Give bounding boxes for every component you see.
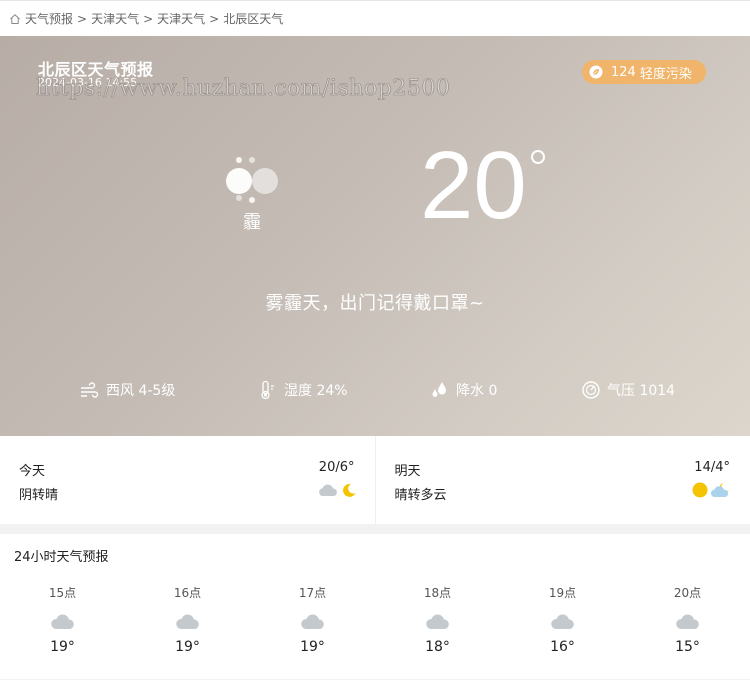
hour-label: 19点 [548,586,577,600]
hourly-forecast: 24小时天气预报 15点 19° 16点 19° 17点 19° 18点 18° [0,534,750,679]
aqi-badge[interactable]: 124 轻度污染 [582,60,706,84]
hour-label: 15点 [48,586,77,600]
hour-label: 20点 [673,586,702,600]
weather-tip: 雾霾天，出门记得戴口罩~ [265,293,485,314]
watermark-text: https://www.huzhan.com/ishop2500 [36,76,451,102]
temperature-range: 14/4° [694,460,730,475]
cloud-icon [425,614,449,629]
day-tomorrow[interactable]: 明天 14/4° 晴转多云 [374,436,750,524]
weather-stats: 西风 4-5级 湿度 24% 降水 0 气压 1014 [0,380,750,404]
section-divider [0,524,750,534]
day-today[interactable]: 今天 20/6° 阴转晴 [0,436,375,524]
leaf-icon [589,65,603,79]
hourly-title: 24小时天气预报 [14,550,109,565]
hour-label: 18点 [423,586,452,600]
pressure-gauge-icon [582,381,600,399]
breadcrumb-separator: > [209,11,220,26]
day-name: 明天 [394,464,421,479]
condition-label: 霾 [243,212,261,233]
cloud-icon [318,484,337,496]
wind-icon [81,382,99,398]
pressure-text: 气压 1014 [607,383,676,399]
cloud-icon [50,614,74,629]
day-name: 今天 [19,464,46,479]
hour-temperature: 18° [425,639,450,655]
wind-stat: 西风 4-5级 [80,380,175,400]
day-condition: 阴转晴 [19,488,59,503]
humidity-text: 湿度 24% [284,383,348,399]
degree-symbol [531,150,545,164]
hour-label: 16点 [173,586,202,600]
moon-icon [342,483,355,497]
hour-item: 16点 19° [125,584,250,655]
condition-block: 霾 [222,154,282,234]
temperature-range: 20/6° [318,460,355,475]
hour-temperature: 19° [300,639,325,655]
cloud-icon [300,614,324,629]
aqi-value: 124 [611,64,636,80]
day-icons [692,482,732,498]
thermometer-icon [261,380,274,400]
hour-item: 17点 19° [250,584,375,655]
hour-temperature: 16° [550,639,575,655]
hour-item: 18点 18° [375,584,500,655]
cloud-night-icon [711,483,729,497]
aqi-label: 轻度污染 [639,66,692,82]
cloud-icon [675,614,699,629]
home-icon[interactable] [9,13,21,25]
pressure-stat: 气压 1014 [581,380,675,400]
hour-item: 19点 16° [500,584,625,655]
day-condition: 晴转多云 [394,488,447,503]
precipitation-text: 降水 0 [456,383,498,399]
breadcrumb-link-tianjin[interactable]: 天津天气 [157,10,205,27]
precipitation-stat: 降水 0 [430,380,497,400]
breadcrumb-link-tianjin[interactable]: 天津天气 [91,10,139,27]
breadcrumb-separator: > [77,11,88,26]
humidity-stat: 湿度 24% [258,380,348,400]
hour-temperature: 19° [175,639,200,655]
sun-icon [692,482,708,498]
day-icons [317,482,357,498]
wind-text: 西风 4-5级 [106,383,176,399]
breadcrumb-link-forecast[interactable]: 天气预报 [25,10,73,27]
hour-item: 20点 15° [625,584,750,655]
hourly-list: 15点 19° 16点 19° 17点 19° 18点 18° 19点 16° … [0,584,750,655]
raindrop-icon [432,382,446,397]
hour-item: 15点 19° [0,584,125,655]
cloud-icon [175,614,199,629]
breadcrumb-link-beichen[interactable]: 北辰区天气 [223,10,283,27]
weather-page: 天气预报 > 天津天气 > 天津天气 > 北辰区天气 北辰区天气预报 2024-… [0,0,750,680]
breadcrumb-separator: > [143,11,154,26]
breadcrumb: 天气预报 > 天津天气 > 天津天气 > 北辰区天气 [0,0,750,36]
cloud-icon [550,614,574,629]
haze-icon [226,157,278,203]
current-weather-panel: 北辰区天气预报 2024-03-16 14:55 https://www.huz… [0,36,750,436]
daily-summary: 今天 20/6° 阴转晴 明天 14/4° 晴转多云 [0,436,750,524]
current-temperature: 20 [420,132,527,239]
hour-temperature: 15° [675,639,700,655]
hour-temperature: 19° [50,639,75,655]
hour-label: 17点 [298,586,327,600]
